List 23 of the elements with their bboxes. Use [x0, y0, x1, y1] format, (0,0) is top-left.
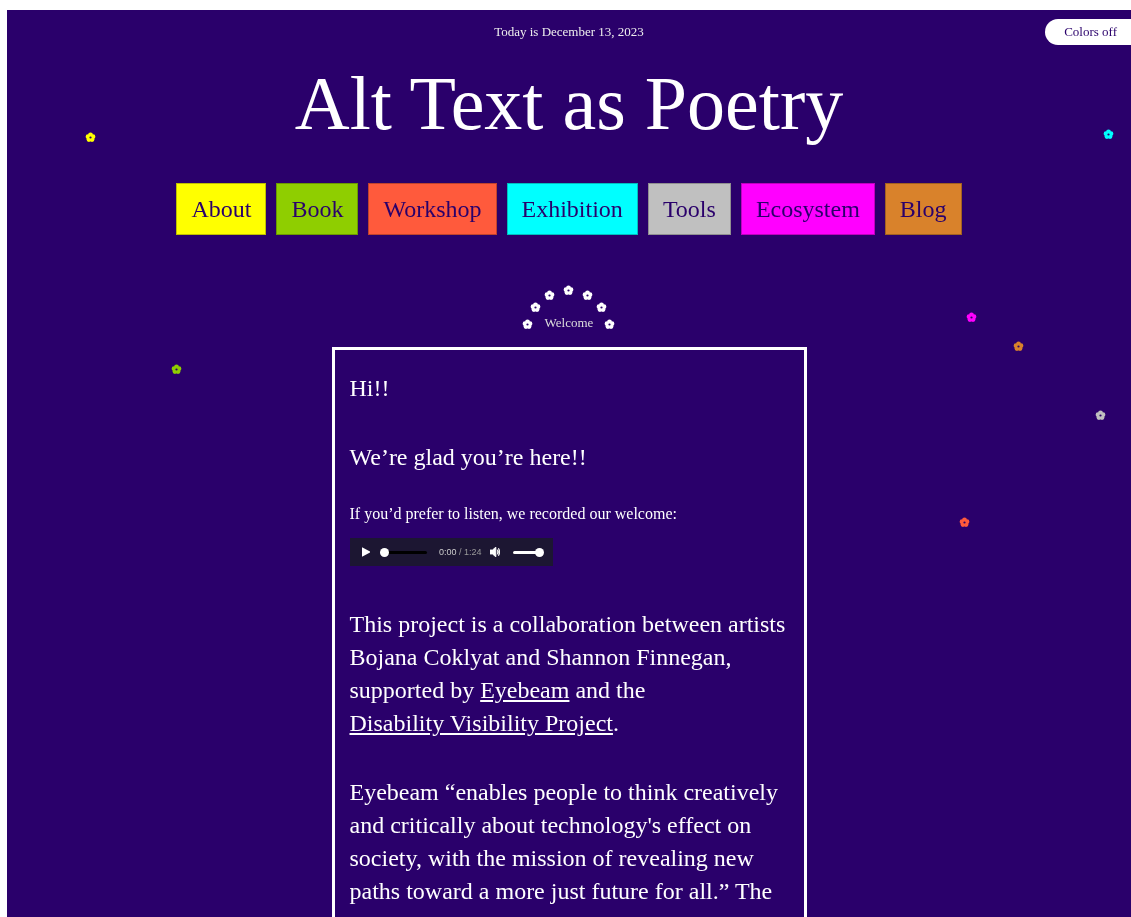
text-link[interactable]: Eyebeam: [480, 677, 570, 703]
nav-link[interactable]: Ecosystem: [740, 183, 875, 235]
nav-link[interactable]: Tools: [647, 183, 731, 235]
section-label: Welcome: [543, 315, 595, 331]
date-text: Today is December 13, 2023: [494, 24, 644, 40]
nav-link[interactable]: About: [176, 183, 267, 235]
nav-link[interactable]: Exhibition: [506, 183, 638, 235]
volume-icon[interactable]: [489, 547, 501, 557]
listen-note: If you’d prefer to listen, we recorded our welcome:: [349, 504, 678, 524]
slider-thumb[interactable]: [534, 547, 544, 557]
greeting-text: Hi!!: [349, 374, 391, 403]
welcome-text: We’re glad you’re here!!: [349, 443, 588, 472]
nav-link[interactable]: Workshop: [368, 183, 497, 235]
nav-link[interactable]: Book: [276, 183, 359, 235]
nav-link[interactable]: Blog: [884, 183, 962, 235]
site-title: Alt Text as Poetry: [294, 63, 844, 143]
paragraph: This project is a collaboration between artists Bojana Coklyat and Shannon Finnegan, supported by Eyebeam and the Disability Visibility Project.: [349, 610, 787, 738]
text-link[interactable]: Disability Visibility Project: [349, 710, 613, 736]
colors-toggle-button[interactable]: Colors off: [1045, 19, 1131, 45]
play-icon[interactable]: [361, 547, 371, 557]
slider-thumb[interactable]: [380, 547, 390, 557]
paragraph: Eyebeam “enables people to think creatively and critically about technology's effect on society, with the mission of revealing new paths toward a more just future for all.” The: [349, 778, 779, 906]
time-text: 0:00 / 1:24: [438, 547, 482, 557]
